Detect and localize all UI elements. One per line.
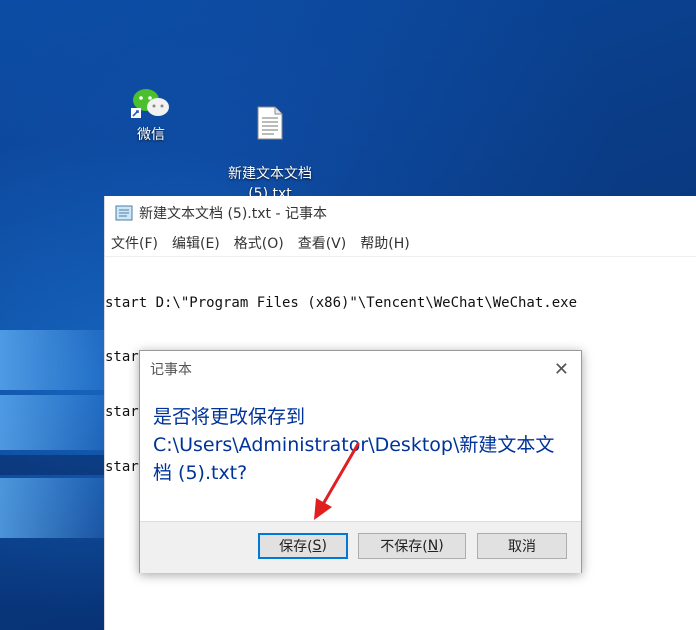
window-title: 新建文本文档 (5).txt - 记事本 bbox=[139, 206, 327, 222]
save-button-accesskey: S bbox=[312, 538, 322, 554]
wallpaper-shadow-band bbox=[0, 455, 110, 475]
menu-help[interactable]: 帮助(H) bbox=[360, 233, 409, 253]
dont-save-button-accesskey: N bbox=[427, 538, 439, 554]
close-icon[interactable]: ✕ bbox=[554, 359, 569, 380]
menu-format[interactable]: 格式(O) bbox=[234, 233, 284, 253]
save-button[interactable]: 保存(S) bbox=[258, 533, 348, 559]
dialog-button-bar: 保存(S) 不保存(N) 取消 bbox=[140, 521, 581, 573]
cancel-button[interactable]: 取消 bbox=[477, 533, 567, 559]
cancel-button-label: 取消 bbox=[508, 539, 536, 555]
menu-edit[interactable]: 编辑(E) bbox=[172, 233, 220, 253]
menu-bar: 文件(F) 编辑(E) 格式(O) 查看(V) 帮助(H) bbox=[105, 230, 696, 257]
annotation-arrow-icon bbox=[314, 442, 360, 520]
dialog-message-line: 是否将更改保存到 bbox=[153, 406, 306, 428]
desktop-icon-wechat[interactable]: 微信 bbox=[101, 86, 201, 144]
dont-save-button-label: 不保存( bbox=[380, 539, 428, 555]
menu-view[interactable]: 查看(V) bbox=[298, 233, 347, 253]
wallpaper-light-beam bbox=[0, 478, 110, 538]
dialog-title: 记事本 bbox=[150, 362, 192, 378]
text-file-icon bbox=[257, 106, 283, 140]
paren-close: ) bbox=[321, 538, 327, 554]
desktop-icon-text-file[interactable]: 新建文本文档 (5).txt bbox=[220, 86, 320, 204]
wallpaper-light-beam bbox=[0, 395, 110, 450]
dont-save-button[interactable]: 不保存(N) bbox=[358, 533, 466, 559]
wechat-icon bbox=[131, 89, 169, 118]
desktop-icon-label: 微信 bbox=[137, 127, 165, 143]
wallpaper-light-beam bbox=[0, 330, 110, 390]
paren-close: ) bbox=[438, 538, 444, 554]
save-button-label: 保存( bbox=[279, 539, 313, 555]
editor-line: start D:\"Program Files (x86)"\Tencent\W… bbox=[105, 294, 578, 311]
window-titlebar[interactable]: 新建文本文档 (5).txt - 记事本 bbox=[105, 196, 696, 230]
notepad-app-icon bbox=[115, 205, 133, 221]
dialog-titlebar[interactable]: 记事本 ✕ bbox=[140, 351, 581, 387]
menu-file[interactable]: 文件(F) bbox=[111, 233, 158, 253]
